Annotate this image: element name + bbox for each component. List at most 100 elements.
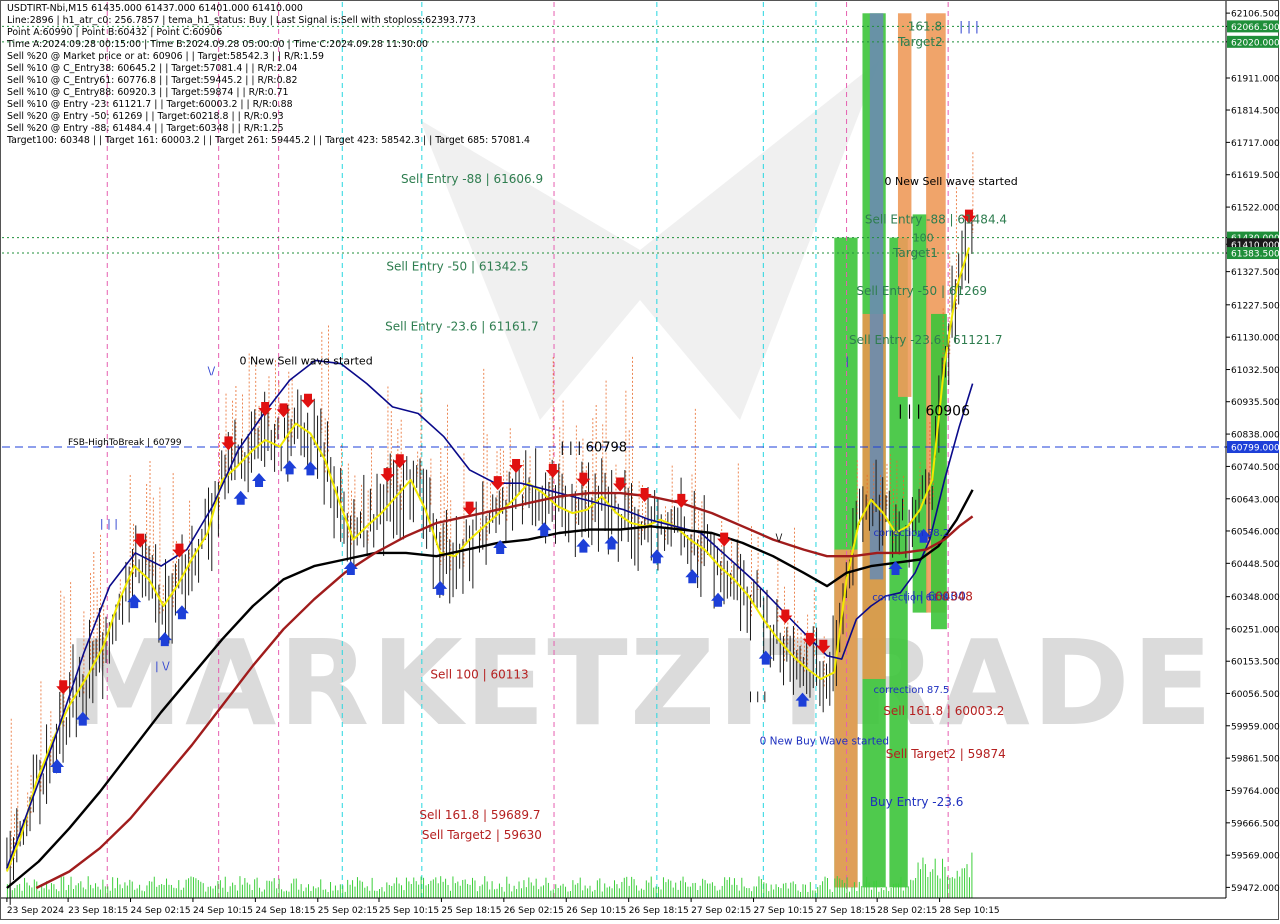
volume-bar <box>36 881 38 898</box>
annotation-31: \/ <box>776 532 783 543</box>
volume-bar <box>72 888 74 898</box>
annotation-6: Sell 161.8 | 59689.7 <box>419 808 540 822</box>
info-line-3: Time A:2024.09.28 00:15:00 | Time B:2024… <box>7 39 428 50</box>
volume-bar <box>922 857 924 898</box>
volume-bar <box>790 882 792 898</box>
volume-bar <box>442 881 444 898</box>
volume-bar <box>156 886 158 898</box>
volume-bar <box>709 883 711 898</box>
volume-bar <box>401 885 403 898</box>
volume-bar <box>665 882 667 898</box>
volume-bar <box>839 878 841 898</box>
volume-bar <box>773 889 775 898</box>
volume-bar <box>829 889 831 898</box>
volume-bar <box>494 889 496 898</box>
volume-bar <box>97 886 99 898</box>
volume-bar <box>119 884 121 898</box>
volume-bar <box>643 889 645 898</box>
volume-bar <box>464 879 466 898</box>
price-tick-label: 60740.500 <box>1231 463 1280 473</box>
volume-bar <box>802 884 804 898</box>
volume-bar <box>445 878 447 898</box>
volume-bar <box>724 877 726 898</box>
volume-bar <box>584 885 586 898</box>
volume-bar <box>902 890 904 898</box>
price-tick-label: 61522.000 <box>1231 204 1280 214</box>
volume-bar <box>506 876 508 898</box>
volume-bar <box>285 890 287 898</box>
buy-arrow <box>233 490 248 505</box>
volume-bar <box>459 885 461 898</box>
volume-bar <box>878 891 880 898</box>
volume-bar <box>102 879 104 898</box>
volume-bar <box>971 852 973 898</box>
price-tick-label: 60251.000 <box>1231 625 1280 635</box>
volume-bar <box>905 886 907 898</box>
volume-bar <box>645 880 647 898</box>
volume-bar <box>320 879 322 898</box>
volume-bar <box>95 883 97 898</box>
time-tick-label: 25 Sep 10:15 <box>379 906 439 916</box>
annotation-16: Target2 <box>897 35 943 49</box>
price-tick-label: 59959.000 <box>1231 722 1280 732</box>
volume-bar <box>753 886 755 898</box>
volume-bar <box>168 884 170 898</box>
volume-bar <box>77 883 79 898</box>
volume-bar <box>60 876 62 898</box>
volume-bar <box>158 884 160 898</box>
volume-bar <box>153 876 155 898</box>
volume-bar <box>256 877 258 898</box>
price-tick-label: 60799.000 <box>1231 444 1280 454</box>
volume-bar <box>391 885 393 898</box>
volume-bar <box>281 889 283 898</box>
volume-bar <box>711 882 713 898</box>
time-tick-label: 28 Sep 10:15 <box>940 906 1000 916</box>
volume-bar <box>778 887 780 898</box>
volume-bar <box>124 882 126 898</box>
volume-bar <box>893 884 895 898</box>
annotation-9: Sell Entry -88 | 61484.4 <box>865 213 1007 227</box>
volume-bar <box>117 877 119 898</box>
volume-bar <box>334 885 336 898</box>
volume-bar <box>562 883 564 898</box>
volume-bar <box>682 876 684 898</box>
volume-bar <box>572 880 574 898</box>
volume-bar <box>599 878 601 898</box>
volume-bar <box>170 884 172 898</box>
volume-bar <box>202 883 204 898</box>
buy-arrow <box>649 549 664 564</box>
price-tick-label: 62020.000 <box>1231 38 1280 48</box>
annotation-22: correction 87.5 <box>873 685 949 696</box>
volume-bar <box>192 877 194 898</box>
volume-bar <box>550 890 552 898</box>
volume-bar <box>244 878 246 898</box>
volume-bar <box>653 887 655 898</box>
volume-bar <box>188 878 190 898</box>
volume-bar <box>239 876 241 898</box>
volume-bar <box>26 882 28 898</box>
volume-bar <box>143 891 145 898</box>
annotation-1: Sell Entry -50 | 61342.5 <box>386 260 528 274</box>
volume-bar <box>467 883 469 898</box>
annotation-14: Target1 <box>892 246 938 260</box>
volume-bar <box>432 879 434 898</box>
volume-bar <box>288 891 290 898</box>
annotation-15: 161.8 <box>908 19 942 33</box>
volume-bar <box>601 891 603 898</box>
volume-bar <box>621 881 623 898</box>
buy-arrow <box>711 592 726 607</box>
annotation-29: \/ <box>208 364 216 377</box>
volume-bar <box>271 881 273 898</box>
volume-bar <box>457 881 459 898</box>
volume-bar <box>545 877 547 898</box>
volume-bar <box>826 878 828 898</box>
volume-bar <box>310 890 312 898</box>
buy-arrow <box>576 538 591 553</box>
volume-bar <box>366 886 368 898</box>
volume-bar <box>175 888 177 898</box>
volume-bar <box>677 889 679 898</box>
volume-bar <box>968 877 970 898</box>
volume-bar <box>939 878 941 898</box>
volume-bar <box>540 886 542 898</box>
volume-bar <box>721 885 723 898</box>
